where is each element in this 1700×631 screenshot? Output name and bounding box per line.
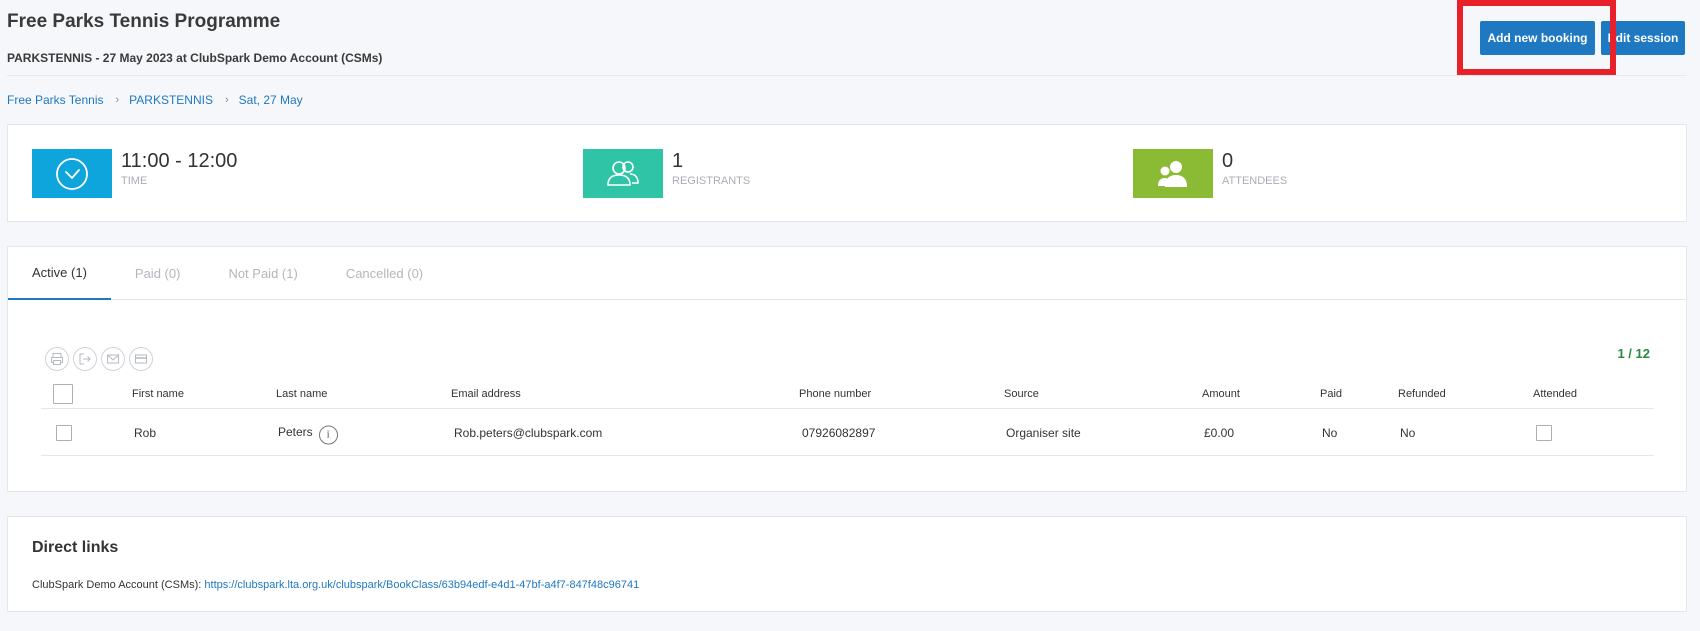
tab-cancelled[interactable]: Cancelled (0) — [346, 247, 423, 300]
row-source: Organiser site — [1006, 425, 1081, 440]
session-stats-panel: 11:00 - 12:00 TIME 1 REGISTRANTS 0 ATTEN… — [7, 124, 1687, 222]
tab-active[interactable]: Active (1) — [8, 247, 111, 300]
col-paid[interactable]: Paid — [1320, 388, 1342, 400]
export-button[interactable] — [73, 347, 97, 371]
page-title: Free Parks Tennis Programme — [7, 11, 281, 32]
email-button[interactable] — [101, 347, 125, 371]
row-first-name: Rob — [134, 425, 157, 440]
col-amount[interactable]: Amount — [1202, 388, 1240, 400]
breadcrumb-separator: › — [224, 94, 229, 106]
attended-checkbox[interactable] — [1536, 424, 1552, 441]
col-source[interactable]: Source — [1004, 388, 1039, 400]
table-row: Rob Peters i Rob.peters@clubspark.com 079… — [41, 410, 1654, 456]
col-last-name[interactable]: Last name — [276, 388, 327, 400]
select-all-checkbox[interactable] — [53, 383, 73, 404]
users-icon — [607, 160, 639, 186]
row-last-name: Peters — [278, 424, 313, 439]
stat-registrants-value: 1 — [672, 150, 684, 172]
stat-attendees-tile — [1133, 149, 1213, 198]
clock-icon — [56, 157, 88, 190]
breadcrumb-date[interactable]: Sat, 27 May — [239, 93, 303, 107]
row-select-checkbox[interactable] — [56, 424, 72, 441]
col-phone[interactable]: Phone number — [799, 388, 871, 400]
stat-time: 11:00 - 12:00 TIME — [32, 149, 237, 198]
bookings-panel: Active (1) Paid (0) Not Paid (1) Cancell… — [7, 246, 1687, 492]
breadcrumb-programme[interactable]: Free Parks Tennis — [7, 93, 104, 107]
print-icon — [51, 353, 63, 365]
info-icon[interactable]: i — [318, 425, 338, 444]
stat-attendees-value: 0 — [1222, 150, 1234, 172]
add-new-booking-button[interactable]: Add new booking — [1480, 21, 1595, 55]
stat-registrants-label: REGISTRANTS — [672, 175, 751, 187]
direct-link-line: ClubSpark Demo Account (CSMs): https://c… — [32, 579, 639, 591]
edit-session-button[interactable]: Edit session — [1601, 21, 1685, 55]
page-subtitle: PARKSTENNIS - 27 May 2023 at ClubSpark D… — [7, 51, 383, 65]
direct-link-url[interactable]: https://clubspark.lta.org.uk/clubspark/B… — [204, 579, 639, 591]
tab-paid[interactable]: Paid (0) — [135, 247, 181, 300]
print-button[interactable] — [45, 347, 69, 371]
header-divider — [7, 75, 1687, 76]
breadcrumb-separator: › — [115, 94, 120, 106]
tab-not-paid[interactable]: Not Paid (1) — [228, 247, 297, 300]
stat-attendees-label: ATTENDEES — [1222, 175, 1288, 187]
direct-links-panel: Direct links ClubSpark Demo Account (CSM… — [7, 516, 1687, 612]
direct-link-venue: ClubSpark Demo Account (CSMs): — [32, 579, 202, 591]
stat-time-tile — [32, 149, 112, 198]
col-attended[interactable]: Attended — [1533, 388, 1577, 400]
breadcrumb-parkstennis[interactable]: PARKSTENNIS — [129, 93, 213, 107]
table-toolbar — [45, 347, 157, 371]
stat-attendees: 0 ATTENDEES — [1133, 149, 1287, 198]
payment-button[interactable] — [129, 347, 153, 371]
stat-registrants-tile — [583, 149, 663, 198]
attendees-icon — [1158, 160, 1187, 187]
row-paid: No — [1322, 425, 1338, 440]
row-amount: £0.00 — [1204, 425, 1235, 440]
col-first-name[interactable]: First name — [132, 388, 184, 400]
col-email[interactable]: Email address — [451, 388, 521, 400]
stat-registrants: 1 REGISTRANTS — [583, 149, 750, 198]
row-email: Rob.peters@clubspark.com — [454, 425, 603, 440]
row-phone: 07926082897 — [802, 425, 876, 440]
row-last-name-cell: Peters i — [278, 423, 338, 444]
row-refunded: No — [1400, 425, 1416, 440]
table-header: First name Last name Email address Phone… — [41, 379, 1654, 409]
card-icon — [135, 354, 147, 364]
stat-time-value: 11:00 - 12:00 — [121, 150, 238, 172]
export-icon — [79, 353, 91, 365]
col-refunded[interactable]: Refunded — [1398, 388, 1446, 400]
bookings-tabs: Active (1) Paid (0) Not Paid (1) Cancell… — [8, 247, 1686, 300]
email-icon — [107, 354, 119, 364]
direct-links-title: Direct links — [32, 539, 119, 556]
pagination-count: 1 / 12 — [1617, 346, 1650, 361]
stat-time-label: TIME — [121, 175, 148, 187]
breadcrumb: Free Parks Tennis › PARKSTENNIS › Sat, 2… — [7, 93, 303, 107]
